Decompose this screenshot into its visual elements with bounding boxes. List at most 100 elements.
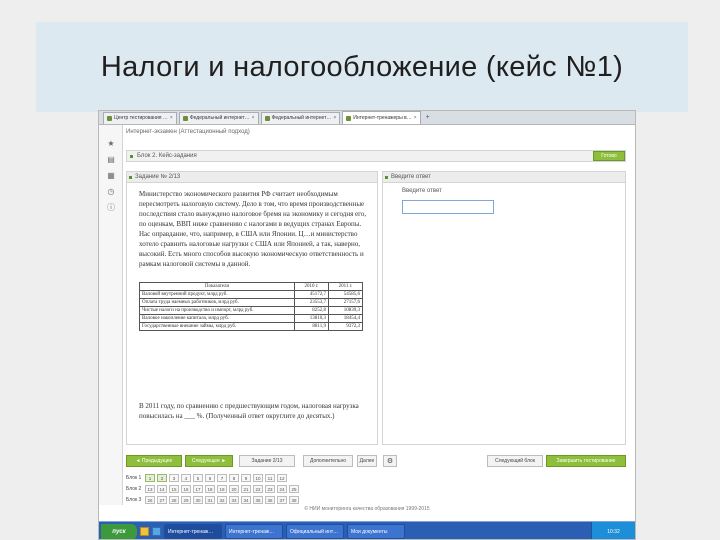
answer-panel: Введите ответ Введите ответ: [382, 171, 626, 445]
task-cell[interactable]: 12: [277, 473, 287, 482]
task-cell[interactable]: 9: [241, 473, 251, 482]
screenshot-window: Центр тестирования … × Федеральный интерн…: [98, 110, 636, 540]
answer-input[interactable]: [402, 200, 494, 214]
info-icon[interactable]: ⓘ: [106, 203, 116, 213]
topic-bar: Блок 2. Кейс-задания: [126, 150, 626, 162]
answer-panel-header: Введите ответ: [383, 172, 625, 183]
task-select[interactable]: Задание 2/13: [239, 455, 295, 467]
task-text: Министерство экономического развития РФ …: [139, 190, 367, 268]
task-cell[interactable]: 5: [193, 473, 203, 482]
block-label: Блок 2: [126, 485, 142, 492]
new-tab-button[interactable]: +: [423, 112, 433, 124]
task-cell[interactable]: 24: [277, 484, 287, 493]
go-button[interactable]: Далее: [357, 455, 377, 467]
column-header: Показатели: [139, 282, 295, 291]
next-block-button[interactable]: Следующий блок: [487, 455, 543, 467]
bullet-icon: [130, 155, 133, 158]
notes-icon[interactable]: ▤: [106, 155, 116, 165]
block-label: Блок 1: [126, 474, 142, 481]
task-cell[interactable]: 23: [265, 484, 275, 493]
close-icon[interactable]: ×: [170, 113, 173, 124]
answer-label: Введите ответ: [402, 188, 442, 194]
task-cell[interactable]: 14: [157, 484, 167, 493]
browser-tab-bar: Центр тестирования … × Федеральный интерн…: [99, 111, 635, 125]
prev-button[interactable]: ◄ Предыдущее: [126, 455, 182, 467]
task-question: В 2011 году, по сравнению с предшествующ…: [139, 402, 359, 420]
task-cell[interactable]: 13: [145, 484, 155, 493]
browser-tab-1[interactable]: Центр тестирования … ×: [103, 112, 177, 124]
task-cell[interactable]: 2: [157, 473, 167, 482]
task-cell[interactable]: 15: [169, 484, 179, 493]
task-cell[interactable]: 36: [265, 495, 275, 504]
task-data-table: Показатели 2010 г. 2011 г. Валовой внутр…: [139, 282, 363, 331]
task-cell[interactable]: 35: [253, 495, 263, 504]
task-cell[interactable]: 18: [205, 484, 215, 493]
task-panel-header: Задание № 2/13: [127, 172, 377, 183]
gear-icon[interactable]: ⚙: [383, 455, 397, 467]
bullet-icon: [129, 176, 132, 179]
table-row: Чистые налоги на производство и импорт, …: [139, 306, 363, 315]
calculator-icon[interactable]: ▦: [106, 171, 116, 181]
finish-exam-button[interactable]: Завершить тестирование: [546, 455, 626, 467]
table-header-row: Показатели 2010 г. 2011 г.: [139, 282, 363, 291]
task-cell[interactable]: 10: [253, 473, 263, 482]
task-cell[interactable]: 28: [169, 495, 179, 504]
task-cell[interactable]: 7: [217, 473, 227, 482]
block-navigator: Блок 1 1 2 3 4 5 6 7 8 9 10 11 12 Блок 2…: [126, 472, 299, 505]
timer-icon[interactable]: ◷: [106, 187, 116, 197]
task-cell[interactable]: 34: [241, 495, 251, 504]
taskbar-item[interactable]: Официальный инт…: [286, 524, 344, 539]
bullet-icon: [385, 176, 388, 179]
task-cell[interactable]: 31: [205, 495, 215, 504]
task-cell[interactable]: 37: [277, 495, 287, 504]
task-cell[interactable]: 22: [253, 484, 263, 493]
block-label: Блок 3: [126, 496, 142, 503]
taskbar-item[interactable]: Интернет-тренаж…: [164, 524, 222, 539]
next-button[interactable]: Следующее ►: [185, 455, 233, 467]
start-button[interactable]: пуск: [101, 523, 137, 539]
browser-tab-3[interactable]: Федеральный интернет… ×: [260, 112, 341, 124]
taskbar-item[interactable]: Мои документы: [347, 524, 405, 539]
close-icon[interactable]: ×: [333, 113, 336, 124]
favicon-icon: [346, 115, 352, 121]
browser-tab-2[interactable]: Федеральный интернет… ×: [178, 112, 259, 124]
browser-icon[interactable]: [152, 527, 161, 536]
task-cell[interactable]: 3: [169, 473, 179, 482]
task-cell[interactable]: 25: [289, 484, 299, 493]
topic-done-button[interactable]: Готово: [593, 151, 625, 161]
task-cell[interactable]: 8: [229, 473, 239, 482]
task-cell[interactable]: 21: [241, 484, 251, 493]
favicon-icon: [107, 116, 112, 121]
breadcrumb: Интернет-экзамен (Аттестационный подход): [126, 129, 250, 135]
taskbar-item[interactable]: Интернет-тренаж…: [225, 524, 283, 539]
task-cell[interactable]: 4: [181, 473, 191, 482]
folder-icon[interactable]: [140, 527, 149, 536]
browser-tab-4[interactable]: Интернет-тренажеры в… ×: [342, 111, 421, 124]
topic-label: Блок 2. Кейс-задания: [137, 153, 197, 159]
task-cell[interactable]: 27: [157, 495, 167, 504]
extra-select[interactable]: Дополнительно: [303, 455, 353, 467]
favicon-icon: [182, 116, 188, 121]
task-cell[interactable]: 11: [265, 473, 275, 482]
task-cell[interactable]: 33: [229, 495, 239, 504]
close-icon[interactable]: ×: [252, 113, 255, 124]
slide-title: Налоги и налогообложение (кейс №1): [100, 50, 624, 83]
task-cell[interactable]: 26: [145, 495, 155, 504]
task-cell[interactable]: 32: [217, 495, 227, 504]
task-cell[interactable]: 17: [193, 484, 203, 493]
favicon-icon: [264, 116, 270, 121]
os-taskbar: пуск Интернет-тренаж… Интернет-тренаж… О…: [99, 521, 635, 539]
task-cell[interactable]: 1: [145, 473, 155, 482]
table-row: Валовой внутренний продукт, млрд руб. 45…: [139, 290, 363, 299]
task-cell[interactable]: 38: [289, 495, 299, 504]
task-cell[interactable]: 29: [181, 495, 191, 504]
task-cell[interactable]: 20: [229, 484, 239, 493]
task-cell[interactable]: 19: [217, 484, 227, 493]
close-icon[interactable]: ×: [414, 113, 417, 124]
task-cell[interactable]: 16: [181, 484, 191, 493]
task-cell[interactable]: 6: [205, 473, 215, 482]
task-cell[interactable]: 30: [193, 495, 203, 504]
tool-sidebar: ★ ▤ ▦ ◷ ⓘ: [99, 125, 123, 505]
star-icon[interactable]: ★: [106, 139, 116, 149]
table-row: Валовое накопление капитала, млрд руб. 1…: [139, 314, 363, 323]
